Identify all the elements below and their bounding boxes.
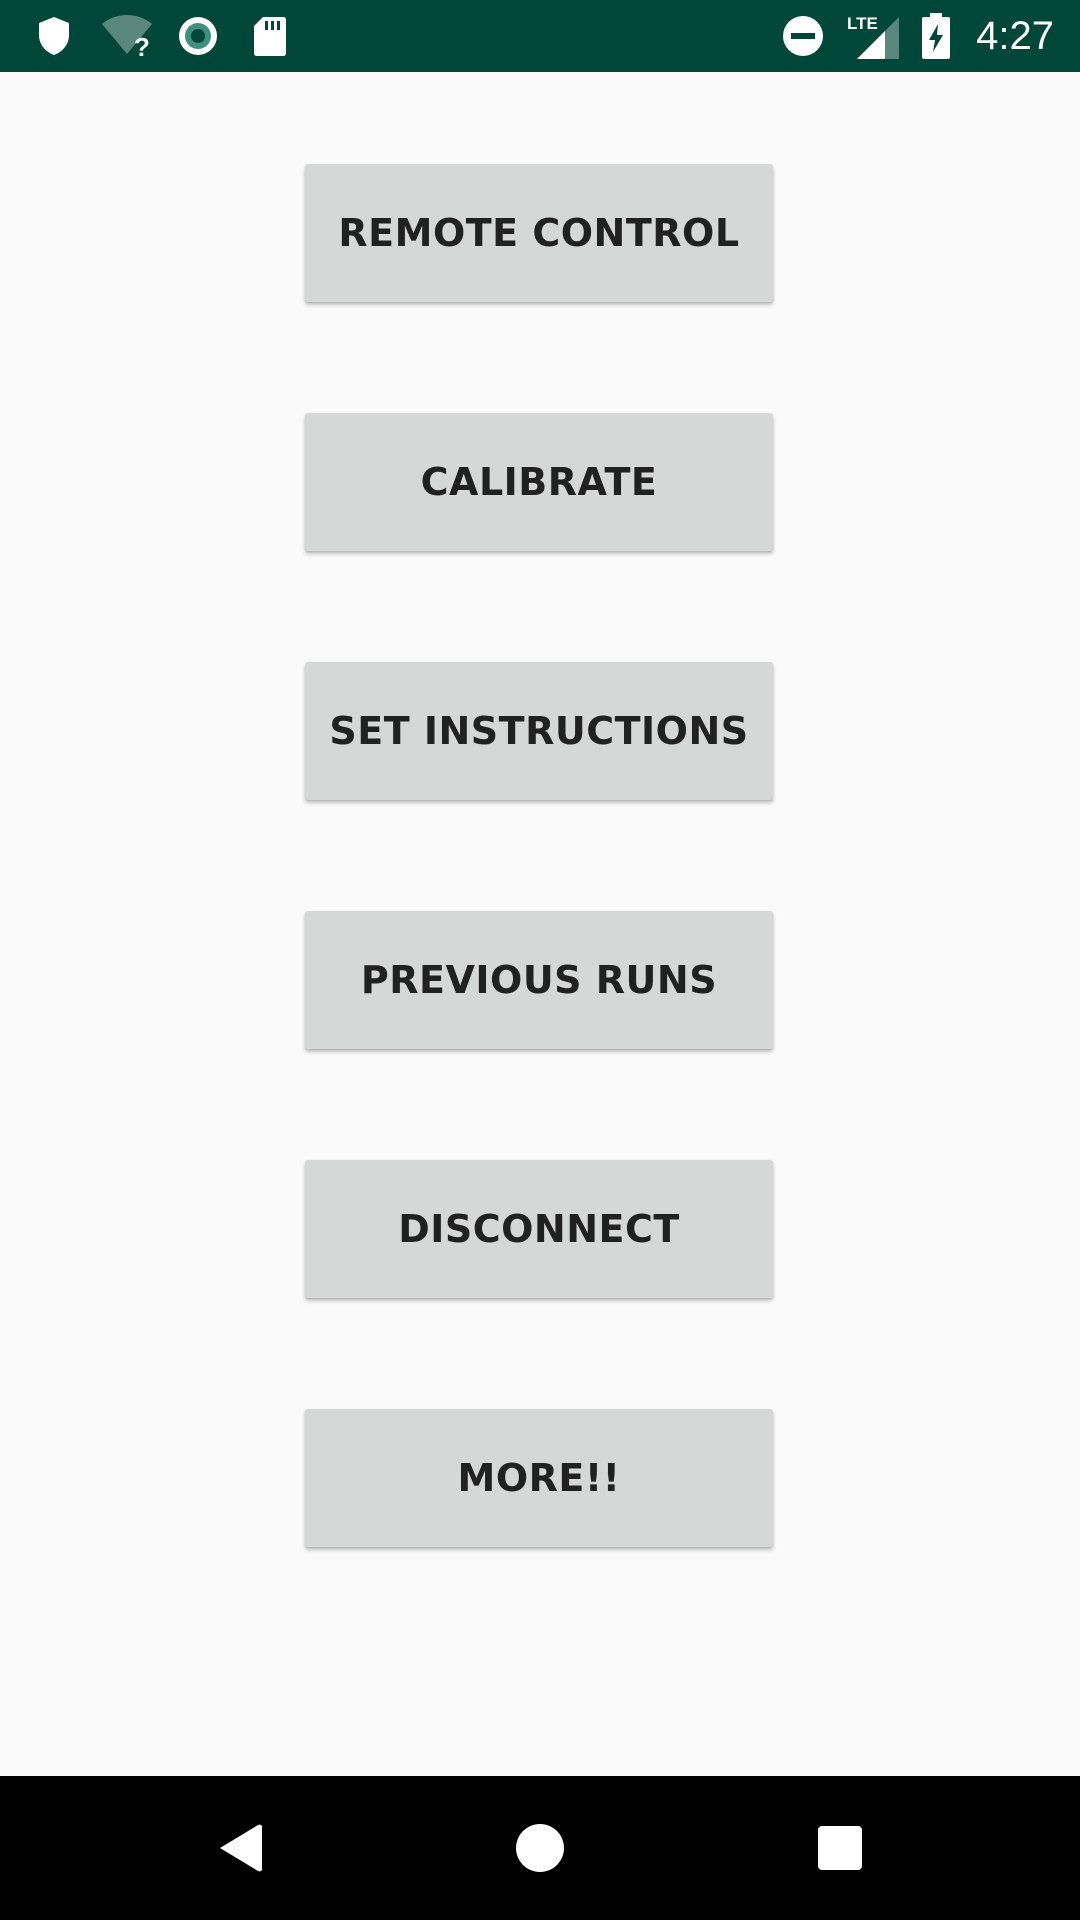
back-icon[interactable] [180,1776,300,1920]
status-time: 4:27 [976,13,1054,58]
svg-text:?: ? [134,32,150,58]
battery-charging-icon [918,0,954,72]
previous-runs-button[interactable]: PREVIOUS RUNS [305,911,773,1049]
more-button[interactable]: MORE!! [305,1409,773,1547]
sync-circle-icon [174,0,222,72]
remote-control-button[interactable]: REMOTE CONTROL [305,164,773,302]
home-icon[interactable] [480,1776,600,1920]
shield-icon [32,0,76,72]
navigation-bar [0,1776,1080,1920]
wifi-unknown-icon: ? [98,0,156,72]
main-menu: REMOTE CONTROL CALIBRATE SET INSTRUCTION… [0,72,1080,1776]
sd-card-icon [250,0,290,72]
lte-signal-icon: LTE [844,0,902,72]
do-not-disturb-icon [780,0,826,72]
recents-icon[interactable] [780,1776,900,1920]
set-instructions-button[interactable]: SET INSTRUCTIONS [305,662,773,800]
calibrate-button[interactable]: CALIBRATE [305,413,773,551]
disconnect-button[interactable]: DISCONNECT [305,1160,773,1298]
status-bar: ? LTE 4:27 [0,0,1080,72]
network-label: LTE [847,14,878,33]
